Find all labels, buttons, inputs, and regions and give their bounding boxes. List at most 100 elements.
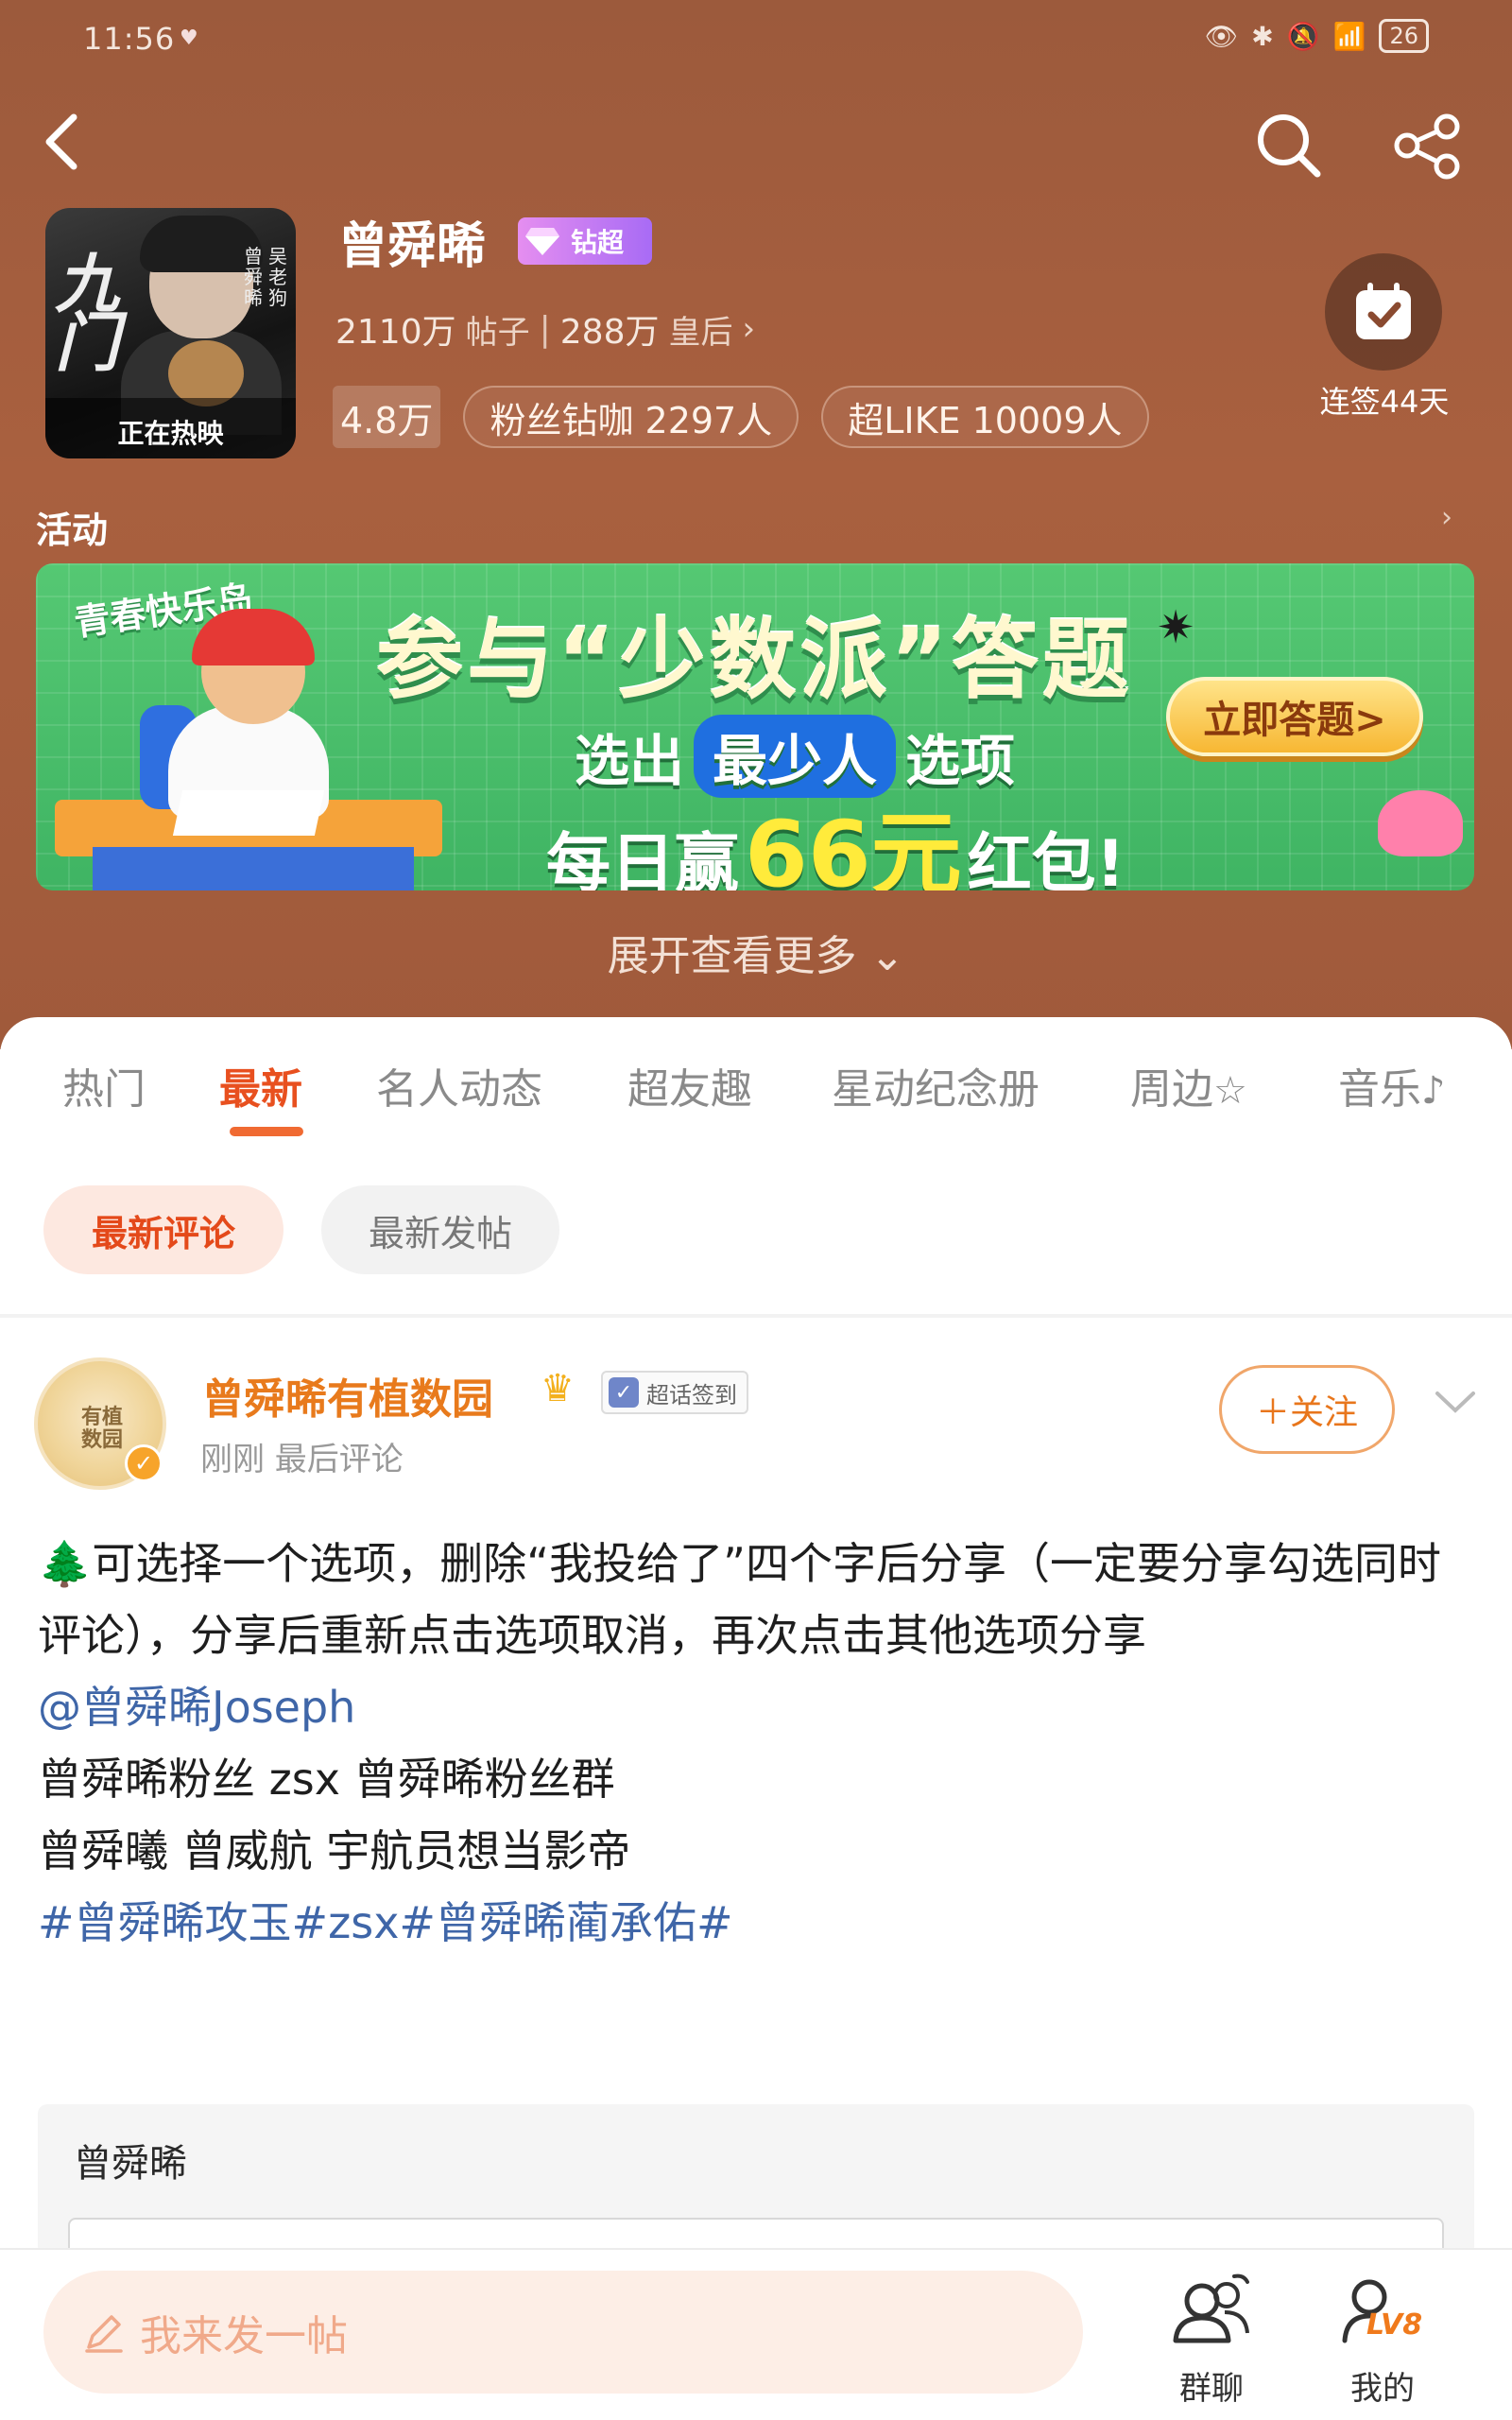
banner-line3-post: 红包! [967,827,1125,890]
banner-desk-front [93,847,414,890]
checkin-badge-label: 超话签到 [646,1381,737,1409]
mention-link[interactable]: @曾舜晞Joseph [38,1671,1484,1743]
battery-icon: 26 [1379,19,1429,53]
post-body-line: 曾舜曦 曾威航 宇航员想当影帝 [38,1825,631,1876]
posts-count: 2110万 [335,313,456,352]
compose-post-input[interactable]: 我来发一帖 [43,2271,1083,2394]
notification-icon: ♥ [180,26,198,50]
pill-super-like[interactable]: 超LIKE 10009人 [821,386,1149,448]
expand-more-button[interactable]: 展开查看更多 ⌄ [0,922,1512,982]
sparkle-icon: ✷ [1157,601,1195,654]
status-time: 11:56 [83,21,176,57]
topic-cover-image[interactable]: 九门 曾舜晞 吴老狗 正在热映 [45,208,296,458]
checkin-badge: ✓ 超话签到 [601,1371,748,1414]
activity-title: 活动 [36,510,109,551]
group-chat-label: 群聊 [1179,2370,1244,2408]
feed-panel: 热门 最新 名人动态 超友趣 星动纪念册 周边☆ 音乐♪ 最新评论 最新发帖 有… [0,1017,1512,2420]
pill-count[interactable]: 4.8万 [333,386,441,448]
topic-name: 曾舜晞 [338,218,487,275]
avatar-text: 有植数园 [80,1406,123,1452]
tab-latest[interactable]: 最新 [219,1055,302,1115]
tab-hot[interactable]: 热门 [62,1055,146,1115]
verified-icon: ✓ [125,1444,163,1482]
mute-icon: 🔕 [1286,20,1320,52]
pill-diamond-fans[interactable]: 粉丝钻咖 2297人 [463,386,799,448]
section-divider [0,1314,1512,1318]
sort-latest-post[interactable]: 最新发帖 [321,1185,559,1274]
post-menu-button[interactable] [1432,1384,1479,1422]
cover-vertical-role: 吴老狗 [268,245,287,309]
super-topic-header: 11:56 ♥ 👁 ✱ 🔕 📶 26 九门 曾舜晞 吴老狗 正在热映 曾舜晞 钻… [0,0,1512,1049]
author-name[interactable]: 曾舜晞有植数园 [202,1365,493,1426]
mine-label: 我的 [1350,2370,1415,2408]
compose-placeholder: 我来发一帖 [140,2312,348,2360]
star-icon: ☆ [1213,1069,1247,1113]
chevron-down-icon [1435,1392,1475,1413]
status-icons: 👁 ✱ 🔕 📶 26 [1205,19,1429,53]
eye-icon: 👁 [1204,20,1239,52]
tab-merch[interactable]: 周边☆ [1130,1055,1247,1115]
share-icon [1394,113,1460,180]
cover-vertical-name: 曾舜晞 [244,245,263,309]
topic-pills: 4.8万 粉丝钻咖 2297人 超LIKE 10009人 [333,386,1149,448]
answer-now-button[interactable]: 立即答题> [1166,677,1423,756]
fans-count[interactable]: 288万 [560,304,660,354]
post-body-line: 🌲可选择一个选项，删除“我投给了”四个字后分享（一定要分享勾选同时评论），分享后… [38,1538,1441,1661]
group-chat-button[interactable]: 群聊 [1141,2269,1282,2409]
diamond-icon [518,217,567,265]
banner-headline: 参与“少数派”答题 [376,610,1133,711]
post-body-line: 曾舜晞粉丝 zsx 曾舜晞粉丝群 [38,1754,615,1805]
checkin-button[interactable] [1325,253,1442,371]
calendar-check-icon [1356,283,1411,339]
topic-stats: 2110万 帖子 | 288万 皇后 › [335,304,755,354]
banner-money: 66元 [745,802,962,890]
status-bar: 11:56 ♥ 👁 ✱ 🔕 📶 26 [0,0,1512,76]
avatar[interactable]: 有植数园 ✓ [34,1357,166,1490]
checkin-badge-icon: ✓ [609,1377,639,1408]
chevron-left-icon [45,113,77,170]
group-chat-icon [1173,2273,1249,2343]
pencil-icon [85,2315,123,2353]
fans-arrow-icon[interactable]: › [742,310,755,348]
cover-title: 九门 [55,247,120,381]
wifi-icon: 📶 [1332,20,1366,52]
follow-button[interactable]: ＋关注 [1219,1365,1395,1454]
banner-flower [1378,790,1463,856]
tab-fun[interactable]: 超友趣 [627,1055,752,1115]
feed-tabs: 热门 最新 名人动态 超友趣 星动纪念册 周边☆ 音乐♪ [0,1055,1512,1131]
cover-dog [168,340,244,406]
search-button[interactable] [1247,104,1332,189]
diamond-super-badge[interactable]: 钻超 [518,217,652,265]
badge-label: 钻超 [571,227,625,258]
cover-caption: 正在热映 [117,418,224,449]
banner-paper [172,790,325,836]
activity-more-icon[interactable]: › [1441,501,1452,534]
banner-line3-pre: 每日赢 [546,827,740,890]
crown-icon: ♛ [541,1367,575,1410]
level-badge: LV8 [1366,2308,1423,2342]
banner-line-3: 每日赢 66元 红包! [546,781,1125,890]
post-body: 🌲可选择一个选项，删除“我投给了”四个字后分享（一定要分享勾选同时评论），分享后… [38,1528,1484,1959]
tab-merch-label: 周边 [1130,1065,1213,1114]
post-meta: 刚刚 最后评论 [200,1441,404,1478]
posts-label: 帖子 [465,313,530,352]
hashtag-links[interactable]: #曾舜晞攻玉#zsx#曾舜晞蔺承佑# [38,1887,1484,1959]
back-button[interactable] [34,104,100,180]
checkin-label[interactable]: 连签44天 [1318,382,1451,422]
stats-divider: | [539,309,551,349]
music-note-icon: ♪ [1421,1069,1446,1113]
search-icon [1258,114,1321,178]
share-button[interactable] [1384,104,1469,189]
tab-memorial[interactable]: 星动纪念册 [832,1055,1040,1115]
mine-button[interactable]: LV8 我的 [1312,2269,1453,2409]
activity-banner[interactable]: 青春快乐岛 参与“少数派”答题 ✷ 选出 最少人 选项 每日赢 66元 红包! … [36,563,1474,890]
tab-celebrity[interactable]: 名人动态 [376,1055,542,1115]
sort-latest-comment[interactable]: 最新评论 [43,1185,284,1274]
tab-music-label: 音乐 [1338,1065,1421,1114]
tab-music[interactable]: 音乐♪ [1338,1055,1446,1115]
quote-title: 曾舜晞 [74,2142,187,2186]
active-tab-indicator [230,1127,303,1136]
bottom-bar: 我来发一帖 群聊 LV8 我的 [0,2248,1512,2420]
fans-label[interactable]: 皇后 [668,306,732,353]
bluetooth-icon: ✱ [1251,20,1274,52]
